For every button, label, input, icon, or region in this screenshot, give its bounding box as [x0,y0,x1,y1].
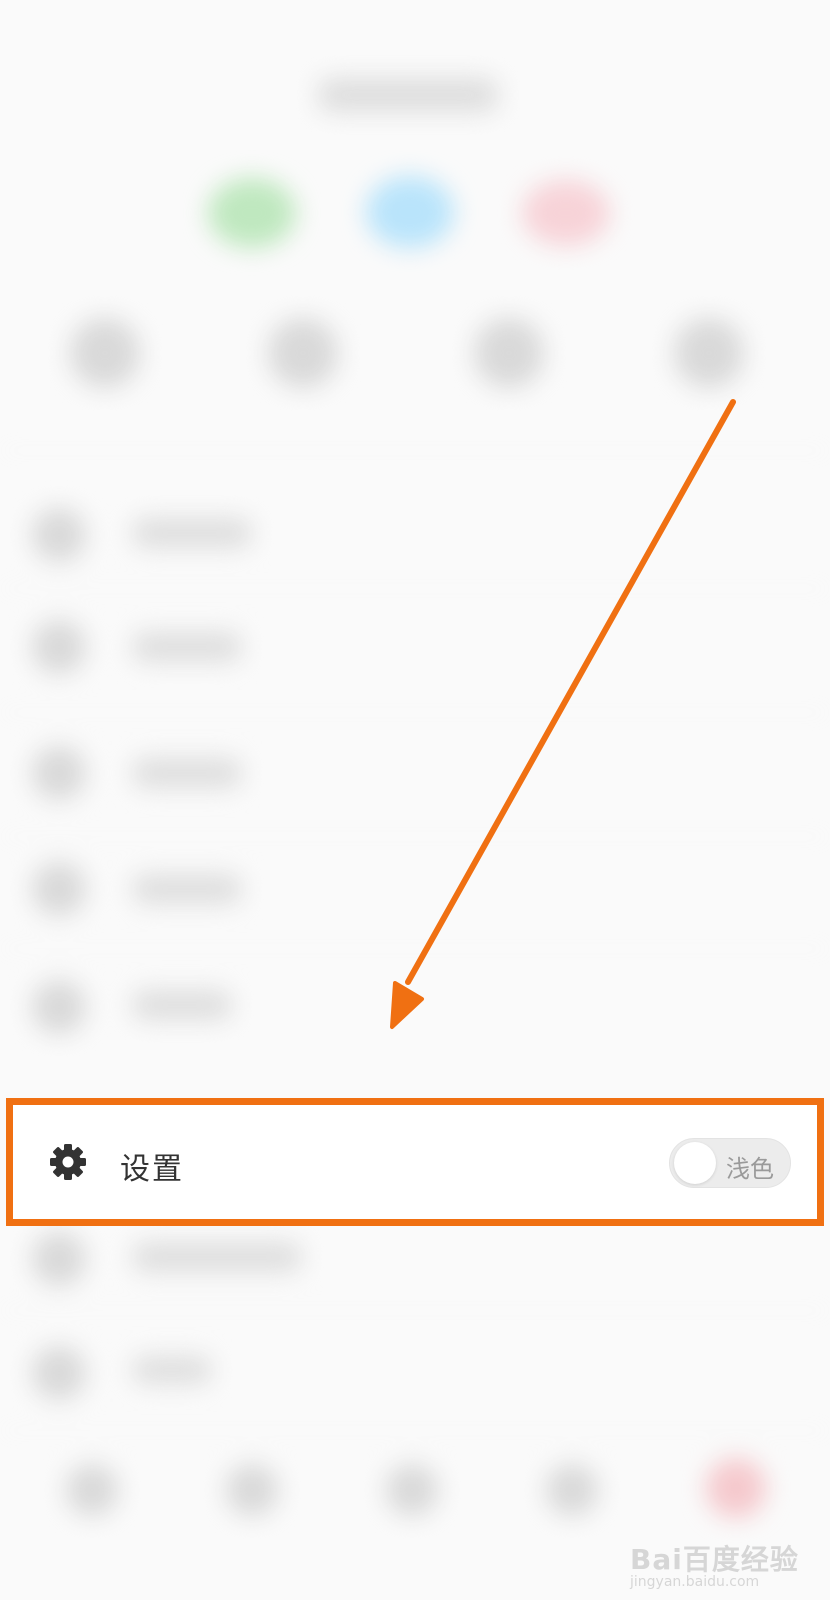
menu-icon-1 [32,508,86,562]
menu-label-4 [132,874,242,904]
grid-icon-3 [474,318,544,388]
bottom-nav-icon-1 [66,1464,118,1516]
pink-shortcut-icon [522,180,610,246]
bottom-nav-icon-2 [226,1464,278,1516]
watermark-brand: Bai百度经验 [630,1543,799,1576]
menu-label-6 [132,1242,302,1272]
menu-icon-7 [32,1346,86,1400]
menu-label-1 [132,518,252,548]
menu-icon-2 [32,620,86,674]
theme-toggle[interactable]: 浅色 [669,1138,791,1188]
grid-icon-1 [70,318,140,388]
settings-row[interactable]: 设置 浅色 [12,1104,818,1220]
drawer-menu-screen: 设置 浅色 Bai百度经验 jingyan.baidu.com [0,0,830,1600]
watermark-url: jingyan.baidu.com [630,1574,760,1590]
menu-label-5 [132,990,232,1020]
menu-icon-4 [32,862,86,916]
baidu-jingyan-watermark: Bai百度经验 jingyan.baidu.com [630,1538,820,1594]
grid-icon-4 [674,318,744,388]
menu-icon-3 [32,746,86,800]
bottom-nav-icon-3 [386,1464,438,1516]
menu-icon-6 [32,1232,86,1286]
theme-toggle-label: 浅色 [726,1155,774,1183]
menu-label-3 [132,758,242,788]
profile-name-placeholder [318,78,498,112]
menu-label-7 [132,1356,212,1384]
bottom-nav-icon-4 [546,1464,598,1516]
menu-icon-5 [32,980,86,1034]
blurred-background [0,0,830,1600]
gear-icon [48,1142,88,1182]
grid-icon-2 [268,318,338,388]
green-shortcut-icon [208,178,296,248]
menu-label-2 [132,632,242,662]
blue-shortcut-icon [366,176,454,248]
bottom-nav-icon-5 [706,1458,766,1518]
settings-label: 设置 [120,1152,184,1187]
toggle-knob [674,1142,716,1184]
